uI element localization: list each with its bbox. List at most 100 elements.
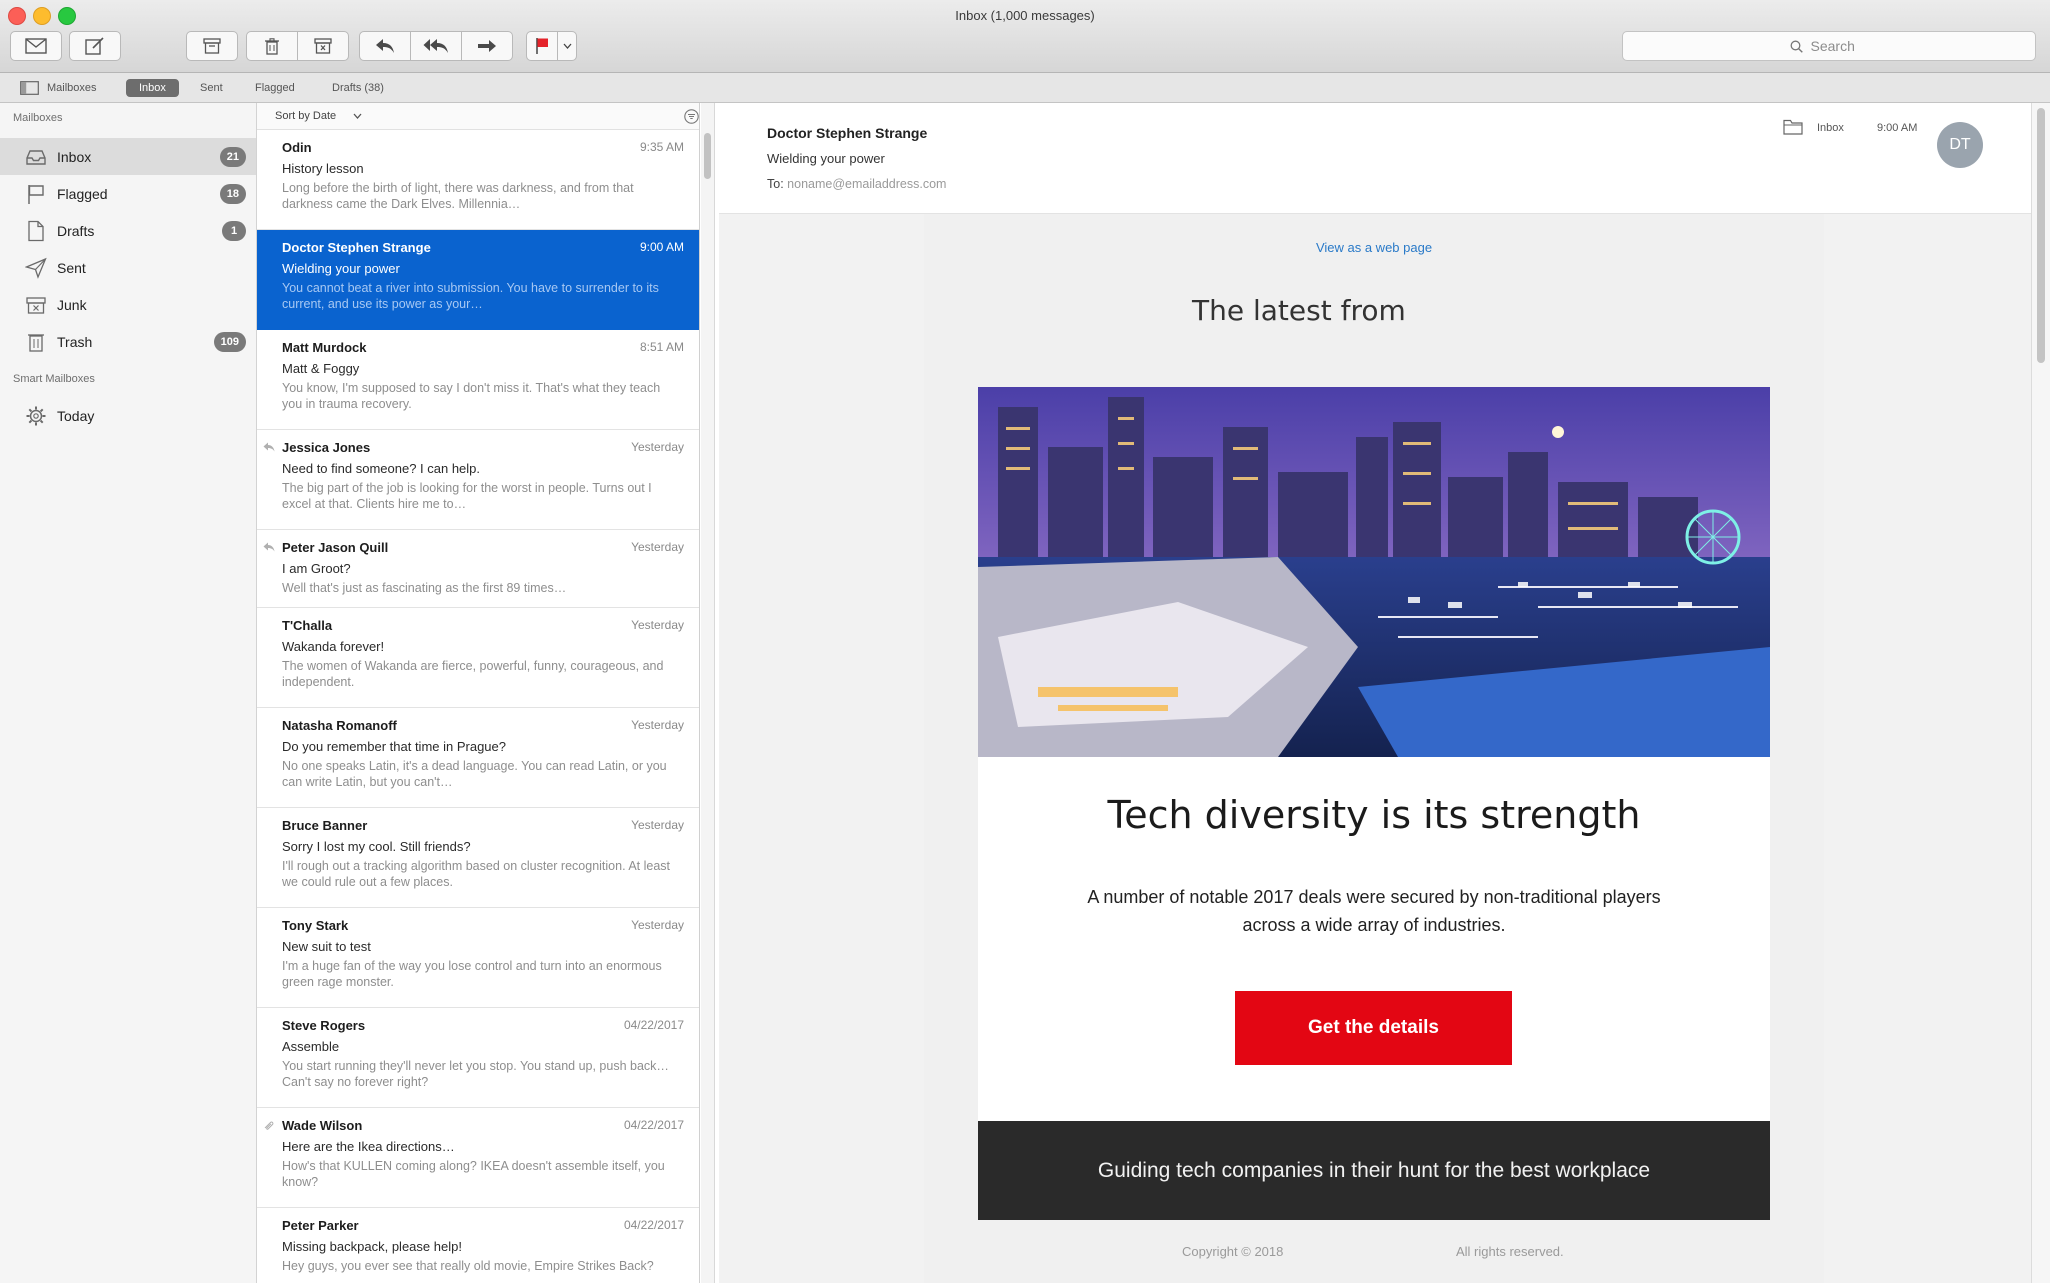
mailboxes-header: Mailboxes xyxy=(13,112,63,124)
trash-icon xyxy=(28,334,44,352)
fav-mailboxes[interactable]: Mailboxes xyxy=(20,79,97,97)
search-field[interactable] xyxy=(1622,31,2036,61)
message-row[interactable]: Peter Jason Quill Yesterday I am Groot? … xyxy=(257,530,699,608)
sidebar-item-today[interactable]: Today xyxy=(0,397,256,434)
reading-pane-scrollbar[interactable] xyxy=(2031,103,2050,1283)
fav-sent[interactable]: Sent xyxy=(200,79,223,97)
inbox-icon xyxy=(26,150,46,165)
message-time: 8:51 AM xyxy=(639,340,684,354)
reading-pane-scroll-thumb[interactable] xyxy=(2037,108,2045,363)
message-subject: Assemble xyxy=(282,1039,340,1054)
header-recipient: To: noname@emailaddress.com xyxy=(767,177,946,191)
replied-icon xyxy=(263,442,275,452)
email-body: View as a web page The latest from Tech … xyxy=(924,214,1824,1283)
header-mailbox[interactable]: Inbox xyxy=(1817,122,1844,134)
message-time: Yesterday xyxy=(631,440,684,454)
archive-button[interactable] xyxy=(186,31,238,61)
fav-drafts[interactable]: Drafts (38) xyxy=(332,79,384,97)
message-time: 04/22/2017 xyxy=(623,1018,684,1032)
message-list: Sort by Date Odin 9:35 AM History lesson… xyxy=(257,103,700,1283)
mail-window: Inbox (1,000 messages) Search Mailboxes … xyxy=(0,0,2050,1283)
get-mail-button[interactable] xyxy=(10,31,62,61)
message-subject: History lesson xyxy=(282,161,364,176)
sidebar-item-sent[interactable]: Sent xyxy=(0,249,256,286)
message-sender: Natasha Romanoff xyxy=(282,718,397,733)
message-sender: Peter Jason Quill xyxy=(282,540,389,555)
message-row[interactable]: Wade Wilson 04/22/2017 Here are the Ikea… xyxy=(257,1108,699,1208)
forward-button[interactable] xyxy=(461,31,513,61)
view-web-page-link[interactable]: View as a web page xyxy=(924,240,1824,255)
message-row[interactable]: T'Challa Yesterday Wakanda forever! The … xyxy=(257,608,699,708)
message-sender: T'Challa xyxy=(282,618,333,633)
list-header: Sort by Date xyxy=(257,103,699,130)
sidebar-item-trash[interactable]: Trash 109 xyxy=(0,323,256,360)
fav-inbox[interactable]: Inbox xyxy=(126,79,179,97)
article-card: Tech diversity is its strength A number … xyxy=(978,757,1770,1121)
flag-group xyxy=(526,31,577,61)
message-sender: Matt Murdock xyxy=(282,340,367,355)
message-row-selected[interactable]: Doctor Stephen Strange 9:00 AM Wielding … xyxy=(257,230,699,330)
message-row[interactable]: Peter Parker 04/22/2017 Missing backpack… xyxy=(257,1208,699,1283)
header-subject: Wielding your power xyxy=(767,151,885,166)
promo-banner[interactable]: Guiding tech companies in their hunt for… xyxy=(978,1121,1770,1220)
trash-icon xyxy=(265,37,279,55)
message-row[interactable]: Jessica Jones Yesterday Need to find som… xyxy=(257,430,699,530)
search-input[interactable] xyxy=(1808,37,1869,55)
forward-arrow-icon xyxy=(478,40,496,52)
latest-from-heading: The latest from xyxy=(1192,294,1406,327)
flag-icon xyxy=(28,185,44,204)
unread-count-badge: 21 xyxy=(219,146,246,167)
get-details-button[interactable]: Get the details xyxy=(1235,991,1512,1065)
recipient-address[interactable]: noname@emailaddress.com xyxy=(787,177,946,191)
reply-button[interactable] xyxy=(359,31,411,61)
rights-text: All rights reserved. xyxy=(1456,1244,1564,1259)
message-row[interactable]: Tony Stark Yesterday New suit to test I'… xyxy=(257,908,699,1008)
sidebar-item-inbox[interactable]: Inbox 21 xyxy=(0,138,256,175)
message-row[interactable]: Steve Rogers 04/22/2017 Assemble You sta… xyxy=(257,1008,699,1108)
sort-by-menu[interactable]: Sort by Date xyxy=(275,110,362,122)
message-preview: You cannot beat a river into submission.… xyxy=(282,281,659,311)
sidebar-item-flagged[interactable]: Flagged 18 xyxy=(0,175,256,212)
message-row[interactable]: Matt Murdock 8:51 AM Matt & Foggy You kn… xyxy=(257,330,699,430)
message-time: 9:00 AM xyxy=(639,240,684,254)
paper-plane-icon xyxy=(25,257,47,279)
message-time: Yesterday xyxy=(631,618,684,632)
header-sender: Doctor Stephen Strange xyxy=(767,125,928,141)
message-subject: Wielding your power xyxy=(282,261,400,276)
reply-all-button[interactable] xyxy=(410,31,462,61)
message-sender: Bruce Banner xyxy=(282,818,368,833)
message-sender: Wade Wilson xyxy=(282,1118,363,1133)
message-list-scroll-thumb[interactable] xyxy=(704,133,711,179)
delete-button[interactable] xyxy=(246,31,298,61)
fav-flagged[interactable]: Flagged xyxy=(255,79,295,97)
filter-icon[interactable] xyxy=(684,109,699,124)
message-subject: Missing backpack, please help! xyxy=(282,1239,462,1254)
compose-button[interactable] xyxy=(69,31,121,61)
sidebar-item-drafts[interactable]: Drafts 1 xyxy=(0,212,256,249)
message-sender: Jessica Jones xyxy=(282,440,371,455)
replied-icon xyxy=(263,542,275,552)
to-label: To: xyxy=(767,177,784,191)
message-preview: You start running they'll never let you … xyxy=(282,1059,669,1089)
document-icon xyxy=(28,220,44,242)
message-subject: Do you remember that time in Prague? xyxy=(282,739,506,754)
flag-button[interactable] xyxy=(526,31,558,61)
message-preview: I'll rough out a tracking algorithm base… xyxy=(282,859,671,889)
sidebar-item-label: Sent xyxy=(57,259,86,276)
toolbar: Inbox (1,000 messages) xyxy=(0,0,2050,73)
message-row[interactable]: Odin 9:35 AM History lesson Long before … xyxy=(257,130,699,230)
article-headline: Tech diversity is its strength xyxy=(1107,793,1641,837)
flag-menu-button[interactable] xyxy=(557,31,577,61)
message-preview: Well that's just as fascinating as the f… xyxy=(282,581,567,595)
sidebar-toggle-icon xyxy=(20,81,39,95)
message-row[interactable]: Natasha Romanoff Yesterday Do you rememb… xyxy=(257,708,699,808)
trash-count-badge: 109 xyxy=(213,331,246,352)
junk-button[interactable] xyxy=(297,31,349,61)
smart-mailboxes-header: Smart Mailboxes xyxy=(13,373,95,385)
reply-all-icon xyxy=(423,39,448,53)
message-row[interactable]: Bruce Banner Yesterday Sorry I lost my c… xyxy=(257,808,699,908)
fav-mailboxes-label: Mailboxes xyxy=(47,82,97,94)
sidebar-item-junk[interactable]: Junk xyxy=(0,286,256,323)
message-subject: Matt & Foggy xyxy=(282,361,360,376)
message-list-scrollbar[interactable] xyxy=(701,103,715,1283)
